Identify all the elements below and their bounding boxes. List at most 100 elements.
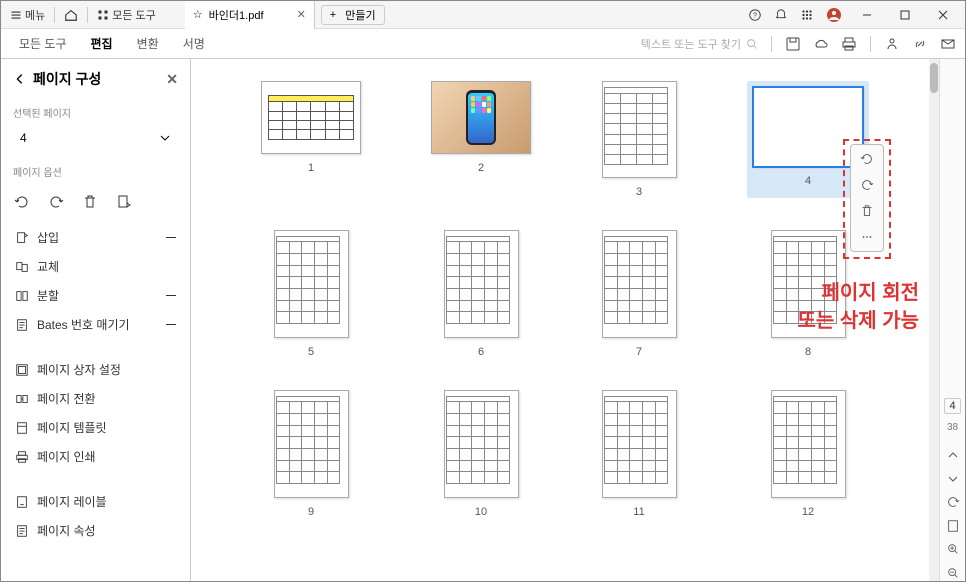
apps-button[interactable] (795, 3, 819, 27)
page-thumb[interactable]: 1 (261, 81, 361, 198)
create-label: 만들기 (345, 7, 375, 23)
sidebar-item-label: 페이지 템플릿 (37, 419, 107, 436)
rotate-ccw-button[interactable] (13, 193, 31, 211)
sidebar-item-split[interactable]: 분할 (13, 281, 178, 310)
page-preview (771, 230, 846, 338)
help-button[interactable]: ? (743, 3, 767, 27)
all-tools-button[interactable]: 모든 도구 (92, 3, 161, 27)
label-icon (15, 495, 29, 509)
tool-tab-alltools[interactable]: 모든 도구 (9, 31, 77, 56)
sidebar-item-label[interactable]: 페이지 레이블 (13, 487, 178, 516)
sidebar-item-label-text: 페이지 속성 (37, 522, 96, 539)
mail-icon (940, 36, 956, 52)
sidebar-item-pagebox[interactable]: 페이지 상자 설정 (13, 355, 178, 384)
content-area: 1 2 3 4 5 6 7 8 9 10 11 12 페이지 회전 또는 삭제 … (191, 59, 939, 581)
link-button[interactable] (911, 35, 929, 53)
page-thumb[interactable]: 3 (601, 81, 677, 198)
rail-page-icon[interactable] (945, 518, 961, 534)
page-thumb[interactable]: 9 (261, 390, 361, 518)
toolbar: 모든 도구 편집 변환 서명 텍스트 또는 도구 찾기 (1, 29, 965, 59)
page-number: 1 (308, 162, 314, 174)
save-button[interactable] (784, 35, 802, 53)
page-number: 7 (636, 346, 642, 358)
page-thumb[interactable]: 12 (747, 390, 869, 518)
rotate-cw-icon (860, 178, 874, 192)
sidebar-item-replace[interactable]: 교체 (13, 252, 178, 281)
share-button[interactable] (883, 35, 901, 53)
trash-icon (82, 194, 98, 210)
tool-tab-convert[interactable]: 변환 (127, 31, 169, 56)
sidebar-item-template[interactable]: 페이지 템플릿 (13, 413, 178, 442)
help-icon: ? (748, 8, 762, 22)
rail-zoom-out[interactable] (945, 565, 961, 581)
toolbar-right: 텍스트 또는 도구 찾기 (641, 35, 957, 53)
profile-icon (826, 7, 842, 23)
profile-button[interactable] (821, 3, 847, 27)
bell-icon (774, 8, 788, 22)
selected-page-select[interactable]: 4 (13, 126, 178, 150)
page-thumb[interactable]: 7 (601, 230, 677, 358)
sidebar-item-properties[interactable]: 페이지 속성 (13, 516, 178, 545)
rail-zoom-in[interactable] (945, 542, 961, 558)
rotate-ccw-icon (14, 194, 30, 210)
float-delete[interactable] (859, 203, 875, 219)
page-preview (261, 81, 361, 154)
bell-button[interactable] (769, 3, 793, 27)
tool-tab-sign[interactable]: 서명 (173, 31, 215, 56)
tool-tab-edit[interactable]: 편집 (81, 31, 123, 56)
create-tab-button[interactable]: + 만들기 (321, 5, 385, 25)
sidebar-item-bates[interactable]: Bates 번호 매기기 (13, 310, 178, 339)
rail-rotate[interactable] (945, 494, 961, 510)
page-thumb[interactable]: 10 (431, 390, 531, 518)
rail-down[interactable] (945, 471, 961, 487)
grid9-icon (800, 8, 814, 22)
bates-icon (15, 318, 29, 332)
extract-button[interactable] (115, 193, 133, 211)
titlebar-right: ? (743, 1, 965, 29)
delete-button[interactable] (81, 193, 99, 211)
tab-title: 바인더1.pdf (209, 7, 264, 23)
chevron-left-icon[interactable] (13, 72, 27, 86)
close-button[interactable] (925, 1, 961, 29)
sidebar-item-label-text: 페이지 레이블 (37, 493, 107, 510)
sidebar-close[interactable]: ✕ (166, 71, 178, 88)
rotate-cw-icon (48, 194, 64, 210)
maximize-button[interactable] (887, 1, 923, 29)
float-rotate-ccw[interactable] (859, 151, 875, 167)
pagebox-icon (15, 363, 29, 377)
menu-button[interactable]: 메뉴 (5, 3, 50, 27)
cloud-button[interactable] (812, 35, 830, 53)
home-button[interactable] (59, 3, 83, 27)
titlebar: 메뉴 모든 도구 ☆ 바인더1.pdf ✕ + 만들기 ? (1, 1, 965, 29)
sidebar-item-insert[interactable]: 삽입 (13, 223, 178, 252)
scroll-area[interactable]: 1 2 3 4 5 6 7 8 9 10 11 12 (191, 59, 939, 581)
page-number: 5 (308, 346, 314, 358)
document-tab[interactable]: ☆ 바인더1.pdf ✕ (185, 1, 315, 29)
rail-current-page[interactable]: 4 (944, 398, 960, 414)
chevron-down-icon (947, 473, 959, 485)
rotate-cw-button[interactable] (47, 193, 65, 211)
page-thumb[interactable]: 11 (601, 390, 677, 518)
sidebar-item-label: 페이지 전환 (37, 390, 96, 407)
rotate-cw-icon (946, 495, 960, 509)
sidebar-item-transition[interactable]: 페이지 전환 (13, 384, 178, 413)
page-thumb[interactable]: 6 (431, 230, 531, 358)
tab-close-button[interactable]: ✕ (297, 8, 306, 21)
page-number: 10 (475, 506, 487, 518)
minimize-button[interactable] (849, 1, 885, 29)
chevron-up-icon (947, 449, 959, 461)
float-more[interactable] (859, 229, 875, 245)
svg-text:?: ? (753, 12, 757, 19)
float-rotate-cw[interactable] (859, 177, 875, 193)
page-thumb[interactable]: 2 (431, 81, 531, 198)
page-thumb[interactable]: 5 (261, 230, 361, 358)
print-button[interactable] (840, 35, 858, 53)
thumbnails-grid: 1 2 3 4 5 6 7 8 9 10 11 12 (191, 59, 939, 548)
rail-up[interactable] (945, 447, 961, 463)
page-number: 8 (805, 346, 811, 358)
main: 페이지 구성 ✕ 선택된 페이지 4 페이지 옵션 삽입 교체 분할 Bates… (1, 59, 965, 581)
mail-button[interactable] (939, 35, 957, 53)
search-box[interactable]: 텍스트 또는 도구 찾기 (641, 36, 759, 52)
save-icon (785, 36, 801, 52)
sidebar-item-print[interactable]: 페이지 인쇄 (13, 442, 178, 471)
